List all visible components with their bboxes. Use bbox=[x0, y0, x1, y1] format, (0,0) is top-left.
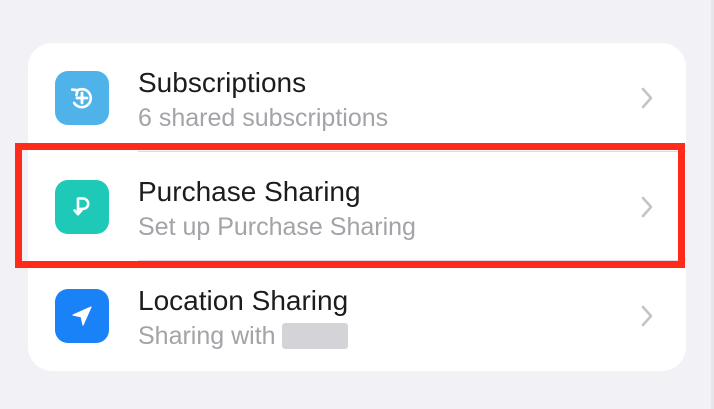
row-subtitle: Set up Purchase Sharing bbox=[138, 213, 416, 241]
subscriptions-icon bbox=[55, 71, 109, 125]
settings-row-location-sharing[interactable]: Location Sharing Sharing with bbox=[28, 261, 686, 370]
redacted-name bbox=[281, 323, 348, 349]
row-title: Purchase Sharing bbox=[138, 176, 361, 207]
row-title: Location Sharing bbox=[138, 285, 349, 316]
purchase-sharing-icon bbox=[55, 180, 109, 234]
sharing-with-label: Sharing with bbox=[138, 322, 276, 350]
row-subtitle: 6 shared subscriptions bbox=[138, 104, 389, 132]
chevron-right-icon bbox=[641, 196, 653, 218]
settings-card: Subscriptions 6 shared subscriptions Pur… bbox=[28, 43, 686, 371]
settings-row-subscriptions[interactable]: Subscriptions 6 shared subscriptions bbox=[28, 43, 686, 152]
row-title: Subscriptions bbox=[138, 67, 307, 98]
location-arrow-icon bbox=[55, 289, 109, 343]
chevron-right-icon bbox=[641, 87, 653, 109]
chevron-right-icon bbox=[641, 305, 653, 327]
row-subtitle: Sharing with bbox=[138, 321, 348, 351]
settings-row-purchase-sharing[interactable]: Purchase Sharing Set up Purchase Sharing bbox=[28, 152, 686, 261]
